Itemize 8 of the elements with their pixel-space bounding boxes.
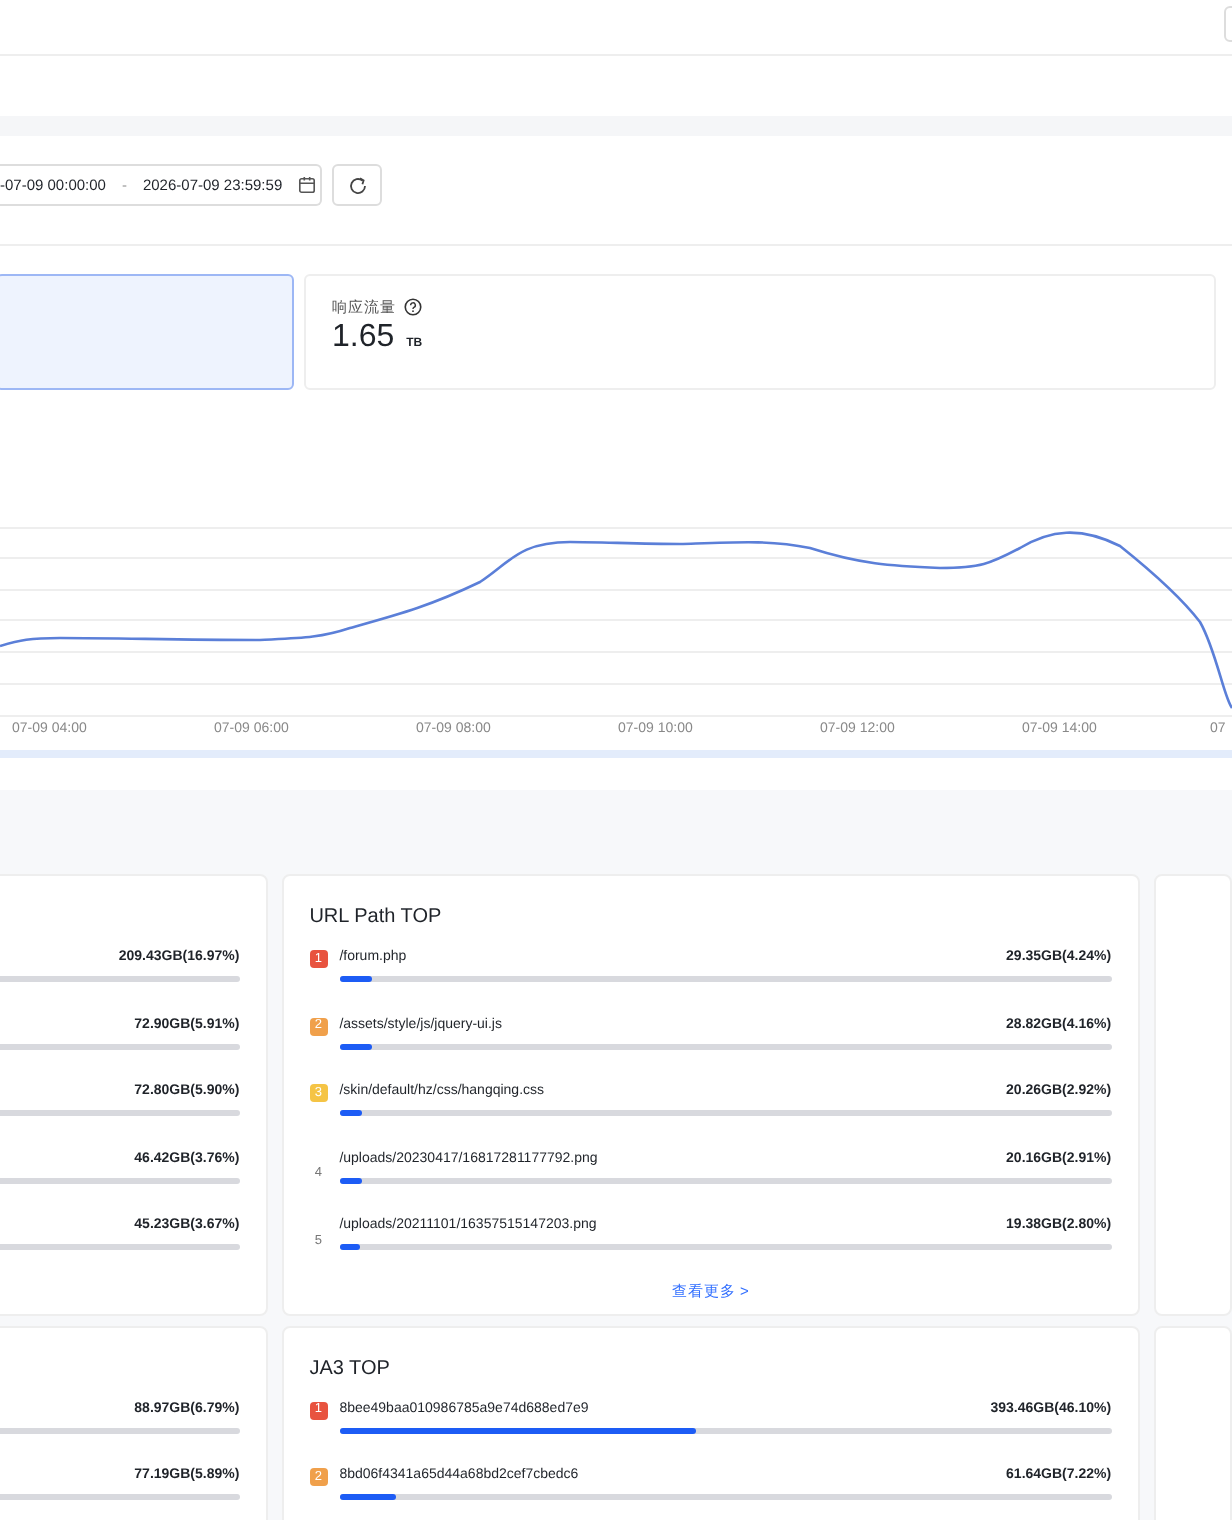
panel-title: URL Path TOP	[309, 906, 442, 928]
refresh-button[interactable]	[332, 164, 382, 206]
stat-value: 1.65	[332, 320, 395, 355]
refresh-icon	[347, 175, 367, 195]
panel-title: JA3 TOP	[309, 1357, 390, 1380]
help-icon[interactable]	[404, 298, 422, 317]
stat-card[interactable]	[0, 274, 294, 390]
calendar-icon	[298, 176, 317, 194]
